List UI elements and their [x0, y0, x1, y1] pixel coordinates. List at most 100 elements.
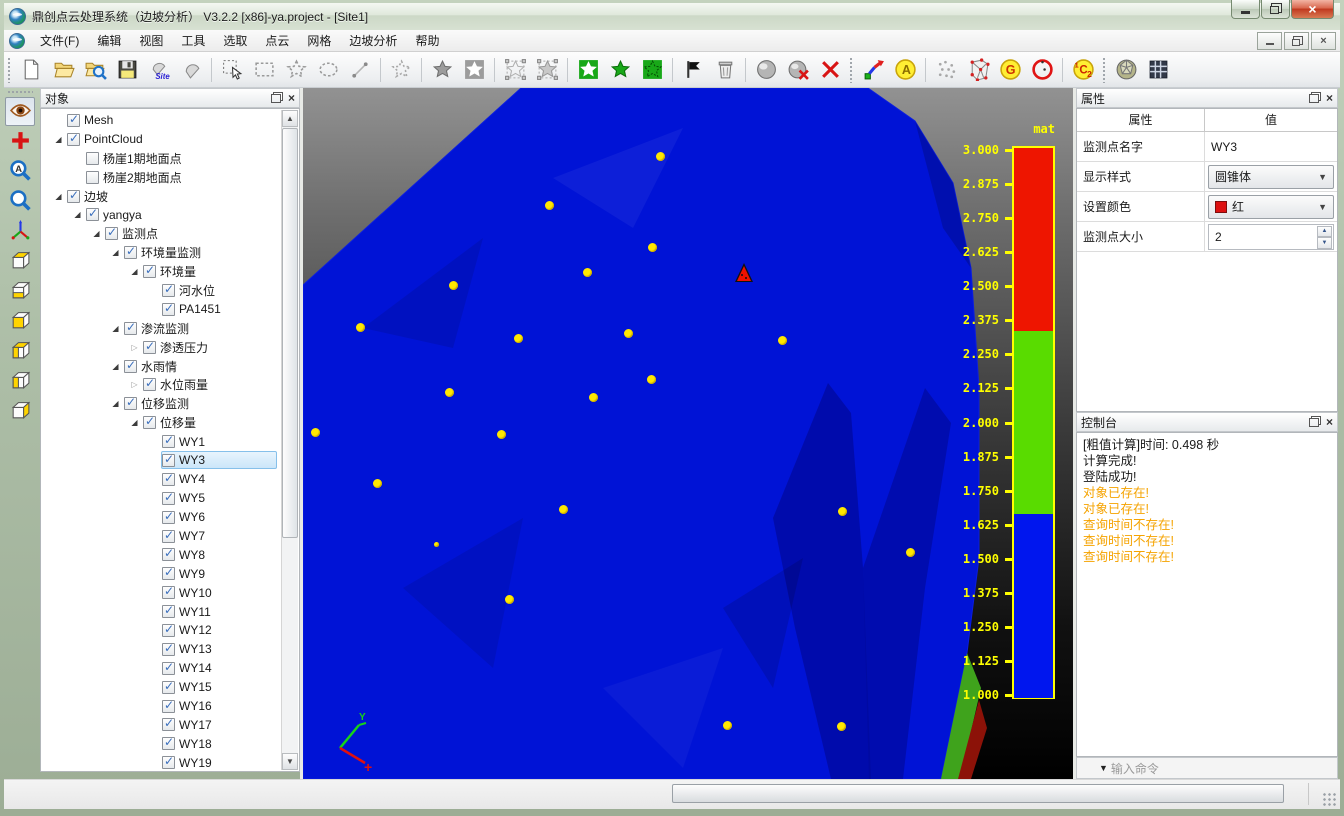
sphere-button[interactable] — [751, 55, 781, 85]
close-button[interactable]: × — [1291, 0, 1334, 19]
tree-item-WY11[interactable]: WY11 — [41, 602, 280, 621]
scroll-down-button[interactable]: ▼ — [282, 753, 298, 770]
collapse-icon[interactable]: ◢ — [127, 267, 142, 276]
site-import-button[interactable]: Site — [144, 55, 174, 85]
zoom-button[interactable] — [5, 187, 35, 216]
monitoring-point[interactable] — [559, 505, 568, 514]
monitoring-point[interactable] — [838, 507, 847, 516]
tree-item-WY8[interactable]: WY8 — [41, 545, 280, 564]
tree-item-Mesh[interactable]: Mesh — [41, 111, 280, 130]
mdi-restore-button[interactable] — [1284, 32, 1309, 50]
hook-tool-button[interactable] — [176, 55, 206, 85]
monitoring-point[interactable] — [497, 430, 506, 439]
cube-front-button[interactable] — [5, 307, 35, 336]
collapse-icon[interactable]: ◢ — [108, 248, 123, 257]
monitoring-point[interactable] — [356, 323, 365, 332]
eye-button[interactable] — [5, 97, 35, 126]
checkbox[interactable] — [162, 284, 175, 297]
mdi-close-button[interactable]: × — [1311, 32, 1336, 50]
checkbox[interactable] — [86, 152, 99, 165]
monitoring-point[interactable] — [778, 336, 787, 345]
point-size-stepper[interactable]: 2 ▲ ▼ — [1208, 224, 1334, 250]
tree-scrollbar[interactable]: ▲ ▼ — [281, 110, 298, 770]
tree-item-yangya[interactable]: ◢yangya — [41, 205, 280, 224]
add-point-red-button[interactable] — [5, 127, 35, 156]
collapse-icon[interactable]: ◢ — [70, 210, 85, 219]
tree-item-渗透压力[interactable]: ▷渗透压力 — [41, 338, 280, 357]
box-star-handles-2-button[interactable] — [532, 55, 562, 85]
ellipse-select-button[interactable] — [313, 55, 343, 85]
color-dropdown[interactable]: 红 ▼ — [1208, 195, 1334, 219]
star-green-button[interactable] — [605, 55, 635, 85]
tree-item-WY7[interactable]: WY7 — [41, 527, 280, 546]
monitoring-point[interactable] — [514, 334, 523, 343]
expand-icon[interactable]: ▷ — [127, 380, 142, 389]
open-folder-button[interactable] — [48, 55, 78, 85]
checkbox[interactable] — [105, 227, 118, 240]
monitoring-point[interactable] — [648, 243, 657, 252]
checkbox[interactable] — [162, 567, 175, 580]
checkbox[interactable] — [162, 511, 175, 524]
menu-view[interactable]: 视图 — [130, 29, 172, 52]
selected-point-cone-marker[interactable] — [733, 261, 755, 285]
tree-item-WY17[interactable]: WY17 — [41, 716, 280, 735]
checkbox[interactable] — [124, 360, 137, 373]
cube-top-button[interactable] — [5, 247, 35, 276]
tree-item-河水位[interactable]: 河水位 — [41, 281, 280, 300]
close-panel-icon[interactable]: × — [288, 93, 295, 103]
checkbox[interactable] — [162, 473, 175, 486]
tree-item-水位雨量[interactable]: ▷水位雨量 — [41, 375, 280, 394]
command-input-bar[interactable]: ▼ 输入命令 — [1076, 757, 1338, 779]
collapse-icon[interactable]: ◢ — [89, 229, 104, 238]
cube-left-button[interactable] — [5, 367, 35, 396]
tree-item-WY4[interactable]: WY4 — [41, 470, 280, 489]
checkbox[interactable] — [143, 378, 156, 391]
tree-item-WY16[interactable]: WY16 — [41, 697, 280, 716]
scroll-up-button[interactable]: ▲ — [282, 110, 298, 127]
checkbox[interactable] — [124, 322, 137, 335]
minimize-button[interactable] — [1231, 0, 1260, 19]
flag-button[interactable] — [678, 55, 708, 85]
monitoring-point[interactable] — [624, 329, 633, 338]
axis-3d-button[interactable] — [5, 217, 35, 246]
monitoring-point[interactable] — [545, 201, 554, 210]
monitoring-point[interactable] — [445, 388, 454, 397]
checkbox[interactable] — [162, 737, 175, 750]
checkbox[interactable] — [162, 435, 175, 448]
checkbox[interactable] — [143, 265, 156, 278]
point-name-value[interactable]: WY3 — [1208, 140, 1237, 154]
float-panel-icon[interactable] — [1309, 418, 1319, 427]
checkbox[interactable] — [162, 700, 175, 713]
tree-item-WY3[interactable]: WY3 — [41, 451, 280, 470]
trash-button[interactable] — [710, 55, 740, 85]
menu-mesh[interactable]: 网格 — [298, 29, 340, 52]
tree-item-WY6[interactable]: WY6 — [41, 508, 280, 527]
tree-item-位移量[interactable]: ◢位移量 — [41, 413, 280, 432]
star-box-gray-button[interactable] — [459, 55, 489, 85]
tree-item-WY19[interactable]: WY19 — [41, 753, 280, 772]
monitoring-point[interactable] — [583, 268, 592, 277]
checkbox[interactable] — [162, 303, 175, 316]
mesh-points-button[interactable] — [963, 55, 993, 85]
resize-grip[interactable] — [1322, 792, 1336, 806]
checkbox[interactable] — [67, 133, 80, 146]
cube-topleft-button[interactable] — [5, 337, 35, 366]
command-history-dropdown-icon[interactable]: ▼ — [1099, 763, 1108, 773]
menu-tools[interactable]: 工具 — [172, 29, 214, 52]
tree-item-PA1451[interactable]: PA1451 — [41, 300, 280, 319]
checkbox[interactable] — [162, 530, 175, 543]
tree-item-环境量监测[interactable]: ◢环境量监测 — [41, 243, 280, 262]
scrollbar-thumb[interactable] — [282, 128, 298, 538]
checkbox[interactable] — [86, 171, 99, 184]
checkbox[interactable] — [162, 718, 175, 731]
star-box-green-outline-button[interactable] — [637, 55, 667, 85]
checkbox[interactable] — [162, 586, 175, 599]
checkbox[interactable] — [124, 246, 137, 259]
sphere-delete-button[interactable] — [783, 55, 813, 85]
circle-a-button[interactable]: A — [890, 55, 920, 85]
circle-g-button[interactable]: G — [995, 55, 1025, 85]
checkbox[interactable] — [67, 190, 80, 203]
tree-item-杨崖2期地面点[interactable]: 杨崖2期地面点 — [41, 168, 280, 187]
display-style-dropdown[interactable]: 圆锥体 ▼ — [1208, 165, 1334, 189]
tree-item-监测点[interactable]: ◢监测点 — [41, 224, 280, 243]
